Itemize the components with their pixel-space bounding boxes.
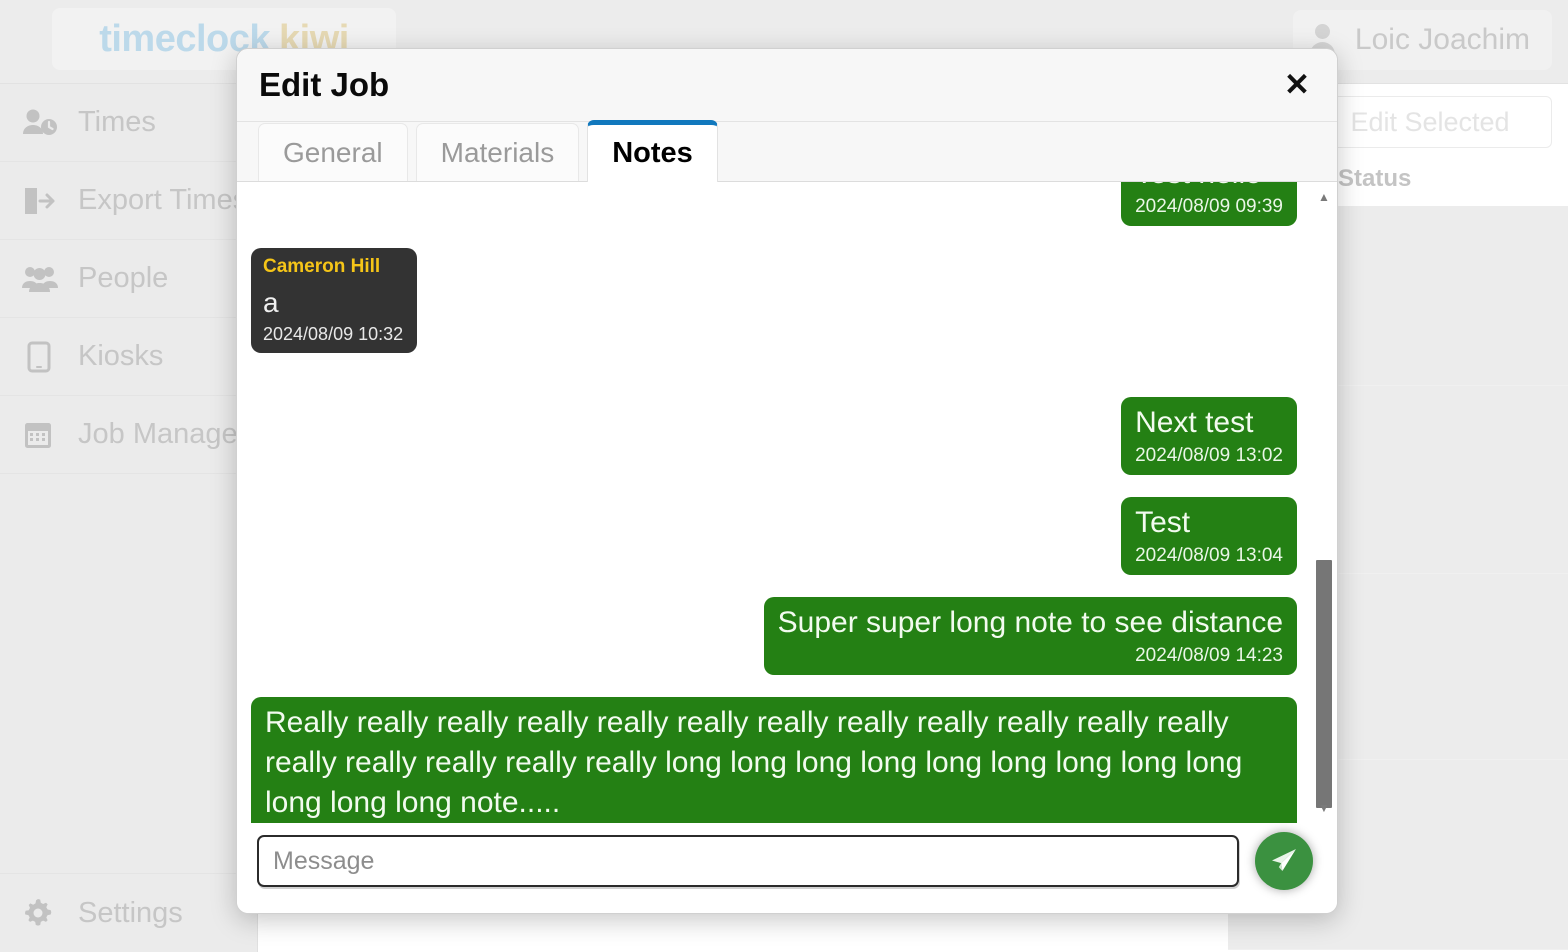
edit-job-modal: Edit Job ✕ General Materials Notes Test … bbox=[236, 48, 1338, 914]
status-column-label: Status bbox=[1338, 165, 1412, 192]
message-bubble-outgoing[interactable]: Really really really really really reall… bbox=[251, 697, 1297, 823]
notes-panel: Test hello 2024/08/09 09:39 Cameron Hill… bbox=[237, 182, 1337, 823]
close-icon[interactable]: ✕ bbox=[1275, 63, 1319, 107]
sidebar-item-label: Kiosks bbox=[78, 340, 164, 372]
message-row: Test 2024/08/09 13:04 bbox=[251, 497, 1297, 575]
message-text: Test bbox=[1135, 506, 1191, 539]
tab-notes[interactable]: Notes bbox=[587, 120, 718, 182]
gear-icon bbox=[22, 897, 58, 929]
calendar-icon bbox=[22, 419, 58, 451]
message-list: Test hello 2024/08/09 09:39 Cameron Hill… bbox=[237, 182, 1311, 823]
user-clock-icon bbox=[22, 107, 58, 139]
message-bubble-outgoing[interactable]: Test hello 2024/08/09 09:39 bbox=[1121, 182, 1297, 226]
edit-selected-label: Edit Selected bbox=[1350, 106, 1510, 137]
message-row: Really really really really really reall… bbox=[251, 697, 1297, 823]
message-time: 2024/08/09 13:04 bbox=[1135, 545, 1283, 566]
message-bubble-outgoing[interactable]: Next test 2024/08/09 13:02 bbox=[1121, 397, 1297, 475]
export-icon bbox=[22, 185, 58, 217]
modal-header: Edit Job ✕ bbox=[237, 49, 1337, 122]
sidebar-item-settings[interactable]: Settings bbox=[0, 874, 257, 952]
message-input[interactable] bbox=[257, 835, 1239, 887]
message-text: Really really really really really reall… bbox=[265, 706, 1243, 819]
sidebar-footer: Settings bbox=[0, 873, 257, 952]
sidebar-item-export-times[interactable]: Export Times bbox=[0, 162, 257, 240]
message-author: Cameron Hill bbox=[263, 256, 381, 277]
message-text: Next test bbox=[1135, 406, 1254, 439]
message-row: Super super long note to see distance 20… bbox=[251, 597, 1297, 675]
scroll-up-arrow-icon[interactable]: ▲ bbox=[1313, 188, 1335, 206]
message-time: 2024/08/09 10:32 bbox=[263, 324, 404, 344]
send-paper-plane-icon bbox=[1267, 843, 1301, 880]
scrollbar-thumb[interactable] bbox=[1316, 560, 1332, 808]
sidebar-item-label: People bbox=[78, 262, 169, 294]
sidebar-item-label: Settings bbox=[78, 896, 183, 929]
message-time: 2024/08/09 14:23 bbox=[1135, 645, 1283, 666]
sidebar-item-people[interactable]: People bbox=[0, 240, 257, 318]
sidebar-item-label: Export Times bbox=[78, 184, 248, 216]
messages-scrollbar[interactable]: ▲ ▼ bbox=[1313, 182, 1335, 823]
message-text: Super super long note to see distance bbox=[777, 606, 1283, 639]
message-composer bbox=[237, 823, 1337, 913]
tab-bar: General Materials Notes bbox=[237, 120, 1337, 182]
page-title: Edit Job bbox=[259, 66, 390, 103]
message-time: 2024/08/09 13:02 bbox=[1135, 445, 1283, 466]
sidebar: Times Export Times People Kiosks Job Man… bbox=[0, 84, 258, 952]
message-text: Test hello bbox=[1135, 182, 1283, 194]
user-name-label: Loic Joachim bbox=[1354, 23, 1530, 56]
tablet-icon bbox=[22, 341, 58, 373]
send-button[interactable] bbox=[1255, 832, 1313, 890]
sidebar-item-kiosks[interactable]: Kiosks bbox=[0, 318, 257, 396]
message-bubble-outgoing[interactable]: Test 2024/08/09 13:04 bbox=[1121, 497, 1297, 575]
sidebar-item-job-manager[interactable]: Job Manager bbox=[0, 396, 257, 474]
message-bubble-incoming[interactable]: Cameron Hill a 2024/08/09 10:32 bbox=[251, 248, 418, 353]
scroll-down-arrow-icon[interactable]: ▼ bbox=[1313, 799, 1335, 817]
message-text: a bbox=[263, 287, 279, 318]
message-row: Cameron Hill a 2024/08/09 10:32 bbox=[251, 248, 1297, 353]
message-row: Next test 2024/08/09 13:02 bbox=[251, 397, 1297, 475]
tab-materials[interactable]: Materials bbox=[415, 123, 580, 181]
people-icon bbox=[22, 263, 58, 295]
tab-general[interactable]: General bbox=[258, 123, 408, 181]
message-bubble-outgoing[interactable]: Super super long note to see distance 20… bbox=[763, 597, 1297, 675]
message-row: Test hello 2024/08/09 09:39 bbox=[251, 182, 1297, 226]
sidebar-item-times[interactable]: Times bbox=[0, 84, 257, 162]
sidebar-item-label: Job Manager bbox=[78, 418, 248, 450]
sidebar-item-label: Times bbox=[78, 106, 156, 138]
message-time: 2024/08/09 09:39 bbox=[1135, 196, 1283, 217]
